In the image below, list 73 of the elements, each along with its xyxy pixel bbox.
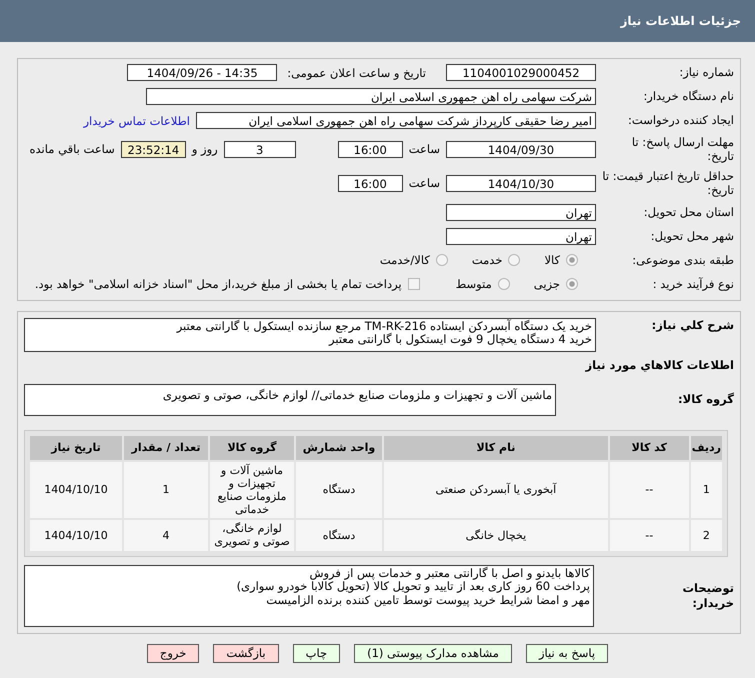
buyer-notes-box: کالاها بایدنو و اصل با گارانتی معتبر و خدمات پس از فروش پرداخت 60 روز کاری بعد از تایید و تحویل کالا (تحویل کالابا خودرو سواری) مهر و امضا شرایط خرید پیوست توسط تامین کننده برنده الزامیست	[24, 564, 594, 627]
field-label: گروه کالا:	[677, 392, 734, 407]
table-cell: 4	[124, 520, 208, 551]
field-label: نوع فرآیند خرید :	[652, 276, 734, 292]
remaining-label: ساعت باقي مانده	[30, 142, 115, 156]
field-label: توضیحات خریدار:	[682, 581, 734, 610]
column-header: تعداد / مقدار	[124, 436, 208, 460]
field-label: شماره نیاز:	[678, 65, 734, 80]
days-label: روز و	[192, 142, 218, 156]
table-cell: آبخوری یا آبسردکن صنعتی	[384, 462, 608, 518]
table-cell: 1	[690, 462, 722, 518]
days-field: 3	[224, 140, 296, 158]
field-label: ایجاد کننده درخواست:	[627, 113, 734, 128]
checkbox-label: پرداخت تمام یا بخشی از مبلغ خرید،از محل "اسناد خزانه اسلامی" خواهد بود.	[34, 277, 402, 291]
goods-group-box: ماشین آلات و تجهیزات و ملزومات صنایع خدماتی// لوازم خانگی، صوتی و تصویری	[24, 384, 556, 416]
radio-label: جزیی	[534, 277, 560, 291]
page-title: جزئیات اطلاعات نیاز	[620, 14, 741, 28]
action-button[interactable]: چاپ	[292, 644, 340, 663]
time-label: ساعت	[408, 142, 440, 156]
province-field: تهران	[446, 204, 596, 220]
time-field: 16:00	[338, 174, 403, 192]
announce-date-field: 1404/09/26 - 14:35	[127, 64, 278, 81]
need-number-field: 1104001029000452	[446, 64, 596, 81]
table-cell: 1404/10/10	[30, 462, 122, 518]
radio-label: متوسط	[456, 277, 492, 291]
radio-button[interactable]	[498, 278, 510, 290]
field-label: استان محل تحویل:	[642, 204, 734, 220]
field-label: طبقه بندی موضوعی:	[631, 252, 734, 268]
remaining-time-field: 23:52:14	[120, 140, 186, 158]
column-header: تاریخ نیاز	[30, 436, 122, 460]
radio-button[interactable]	[436, 254, 448, 266]
table-cell: یخچال خانگی	[384, 520, 608, 551]
buyer-org-field: شرکت سهامی راه اهن جمهوری اسلامی ایران	[146, 88, 596, 105]
time-label: ساعت	[408, 176, 440, 190]
radio-button[interactable]	[566, 278, 578, 290]
table-cell: 1	[124, 462, 208, 518]
column-header: ردیف	[690, 436, 722, 460]
action-button[interactable]: پاسخ به نیاز	[526, 644, 608, 663]
table-cell: دستگاه	[296, 520, 382, 551]
checkbox[interactable]	[408, 278, 420, 290]
table-cell: دستگاه	[296, 462, 382, 518]
radio-label: کالا	[544, 253, 560, 267]
column-header: نام کالا	[384, 436, 608, 460]
radio-label: خدمت	[472, 253, 502, 267]
section-heading: اطلاعات کالاهاي مورد نیاز	[584, 356, 734, 374]
creator-field: امیر رضا حقیقی کارپرداز شرکت سهامی راه اهن جمهوری اسلامی ایران	[196, 112, 596, 129]
field-label: حداقل تاریخ اعتبار قیمت: تا تاریخ:	[602, 168, 734, 198]
table-cell: 1404/10/10	[30, 520, 122, 551]
field-label: تاریخ و ساعت اعلان عمومی:	[287, 66, 426, 80]
time-field: 16:00	[338, 140, 403, 158]
table-cell: لوازم خانگی، صوتی و تصویری	[210, 520, 294, 551]
field-label: شهر محل تحویل:	[650, 228, 734, 244]
action-button[interactable]: بازگشت	[213, 644, 279, 663]
table-cell: 2	[690, 520, 722, 551]
table-cell: ماشین آلات و تجهیزات و ملزومات صنایع خدماتی	[210, 462, 294, 518]
radio-label: کالا/خدمت	[380, 253, 430, 267]
table-cell: --	[610, 462, 689, 518]
field-label: نام دستگاه خریدار:	[642, 89, 734, 104]
table-cell: --	[610, 520, 689, 551]
radio-button[interactable]	[566, 254, 578, 266]
contact-link[interactable]: اطلاعات تماس خریدار	[83, 114, 190, 128]
description-box: خرید یک دستگاه آبسردکن ایستاده TM-RK-216 مرجع سازنده ایستکول با گارانتی معتبر خرید 4 دستگاه یخچال 9 فوت ایستکول با گارانتی معتبر	[24, 318, 596, 352]
action-button[interactable]: مشاهده مدارک پیوستی (1)	[354, 644, 512, 663]
radio-button[interactable]	[508, 254, 520, 266]
city-field: تهران	[446, 228, 596, 244]
date-field: 1404/09/30	[446, 140, 596, 158]
date-field: 1404/10/30	[446, 174, 596, 192]
column-header: کد کالا	[610, 436, 689, 460]
column-header: واحد شمارش	[296, 436, 382, 460]
column-header: گروه کالا	[210, 436, 294, 460]
field-label: شرح کلي نیاز:	[650, 318, 734, 332]
action-button[interactable]: خروج	[146, 644, 200, 663]
field-label: مهلت ارسال پاسخ: تا تاریخ:	[630, 135, 734, 164]
